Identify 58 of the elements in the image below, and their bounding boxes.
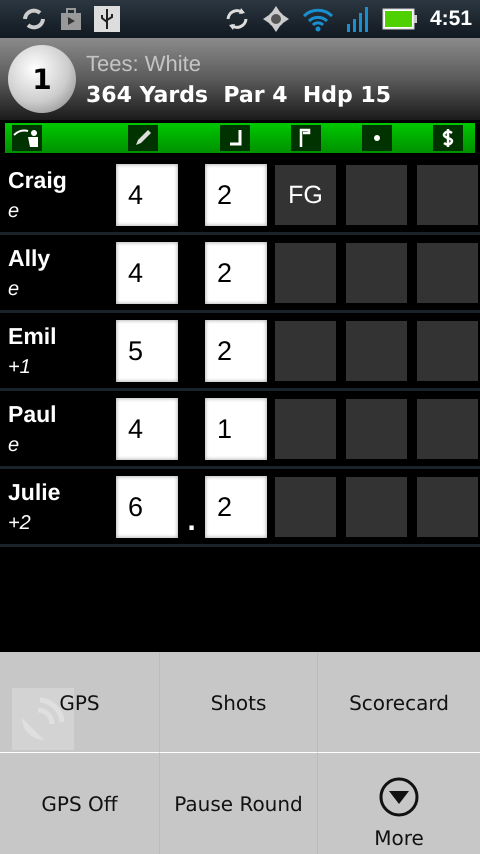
menu-item[interactable]: GPS <box>0 652 160 752</box>
player-name: Emil <box>8 323 58 350</box>
strokes-field[interactable]: 6 <box>116 476 178 538</box>
player-name: Craig <box>8 167 68 194</box>
score-to-par: +2 <box>8 512 32 535</box>
putts-field[interactable]: 2 <box>205 320 267 382</box>
fairway-field[interactable]: FG <box>275 165 336 225</box>
score-to-par: e <box>8 278 20 301</box>
dot-marker: . <box>186 508 198 538</box>
strokes-field[interactable]: 4 <box>116 164 178 226</box>
player-name: Ally <box>8 245 52 272</box>
stat-field[interactable] <box>346 165 407 225</box>
menu-item[interactable]: GPS Off <box>0 752 160 854</box>
menu-item[interactable]: More <box>318 752 480 854</box>
putter-icon <box>220 125 250 151</box>
menu-item[interactable]: Scorecard <box>318 652 480 752</box>
strokes-field[interactable]: 4 <box>116 242 178 304</box>
menu-item[interactable]: Shots <box>160 652 318 752</box>
stat-field[interactable] <box>417 165 478 225</box>
down-arrow-circle-icon <box>378 776 420 818</box>
score-to-par: e <box>8 200 20 223</box>
stat-field[interactable] <box>417 477 478 537</box>
putts-field[interactable]: 1 <box>205 398 267 460</box>
usb-icon <box>94 6 120 32</box>
fairway-field[interactable] <box>275 477 336 537</box>
stat-field[interactable] <box>417 399 478 459</box>
battery-icon <box>382 8 418 30</box>
flag-icon <box>291 125 321 151</box>
stat-field[interactable] <box>346 477 407 537</box>
hole-info: 364 Yards Par 4 Hdp 15 <box>86 82 392 108</box>
location-icon <box>262 5 290 33</box>
shopping-bag-icon <box>60 7 82 31</box>
dollar-icon <box>433 125 463 151</box>
stat-field[interactable] <box>346 243 407 303</box>
golfer-icon <box>12 125 42 151</box>
signal-icon <box>346 6 370 32</box>
pencil-icon <box>128 125 158 151</box>
strokes-field[interactable]: 4 <box>116 398 178 460</box>
putts-field[interactable]: 2 <box>205 164 267 226</box>
stat-field[interactable] <box>417 321 478 381</box>
fairway-field[interactable] <box>275 321 336 381</box>
clock-time: 4:51 <box>430 7 472 31</box>
stat-field[interactable] <box>346 321 407 381</box>
stat-field[interactable] <box>417 243 478 303</box>
score-to-par: e <box>8 434 20 457</box>
player-name: Julie <box>8 479 62 506</box>
tees-label: Tees: White <box>86 50 202 76</box>
player-name: Paul <box>8 401 58 428</box>
menu-item[interactable]: Pause Round <box>160 752 318 854</box>
strokes-field[interactable]: 5 <box>116 320 178 382</box>
hole-number-ball: 1 <box>8 45 76 113</box>
fairway-field[interactable] <box>275 399 336 459</box>
wifi-icon <box>302 6 334 32</box>
putts-field[interactable]: 2 <box>205 242 267 304</box>
stat-field[interactable] <box>346 399 407 459</box>
score-to-par: +1 <box>8 356 32 379</box>
fairway-field[interactable] <box>275 243 336 303</box>
putts-field[interactable]: 2 <box>205 476 267 538</box>
